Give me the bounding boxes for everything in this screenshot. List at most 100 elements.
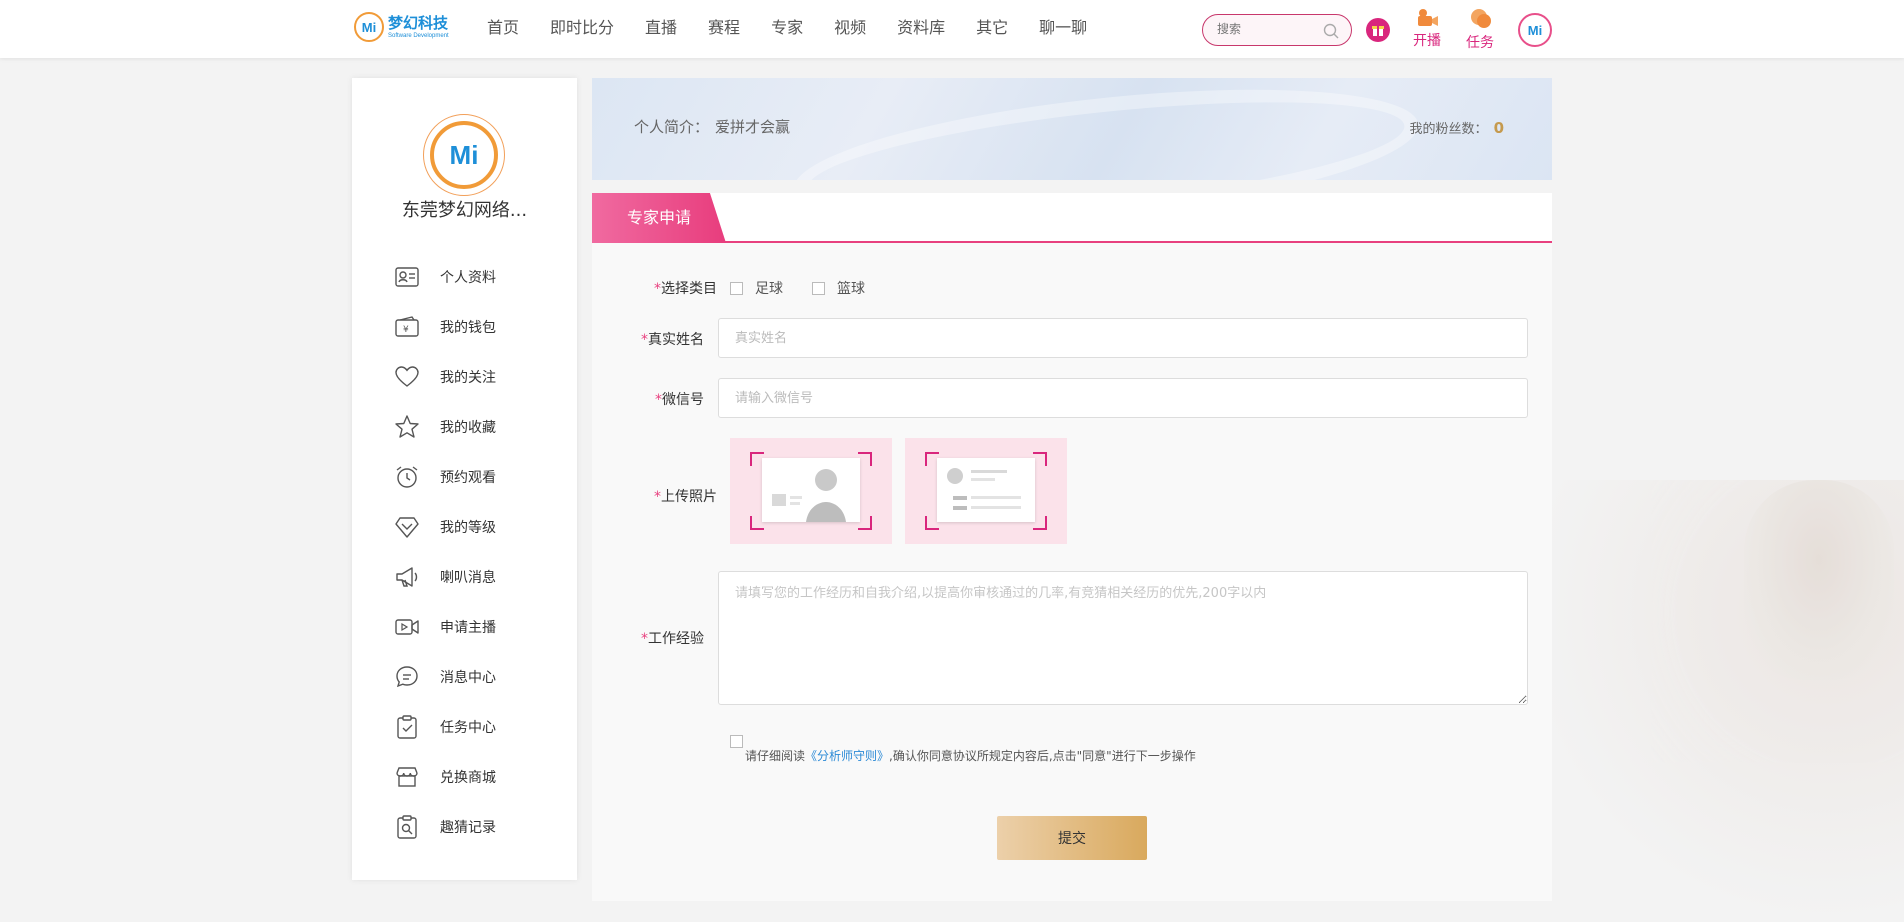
go-live-button[interactable]: 开播 [1413,8,1441,50]
sidebar: Mi 东莞梦幻网络... 个人资料 ¥ 我的钱包 我的关注 我的收藏 预约观看 … [352,78,577,880]
sidebar-item-favorites[interactable]: 我的收藏 [394,402,496,452]
logo-subtitle: Software Development [388,32,449,39]
photo-label: *上传照片 [654,489,717,505]
agreement-row: 请仔细阅读《分析师守则》,确认你同意协议所规定内容后,点击"同意"进行下一步操作 [730,735,1196,764]
gift-icon[interactable] [1366,18,1390,42]
task-label: 任务 [1466,35,1494,51]
analyst-rules-link[interactable]: 《分析师守则》 [805,749,889,763]
sidebar-item-follow[interactable]: 我的关注 [394,352,496,402]
basketball-label: 篮球 [837,281,865,297]
tab-expert-apply[interactable]: 专家申请 [592,193,726,243]
intro-value: 爱拼才会赢 [715,118,791,136]
nav-expert[interactable]: 专家 [771,17,803,39]
avatar-mark: Mi [430,121,498,189]
sidebar-item-label: 我的等级 [440,520,496,536]
sidebar-item-label: 我的收藏 [440,420,496,436]
submit-button[interactable]: 提交 [997,816,1147,860]
sidebar-item-tasks[interactable]: 任务中心 [394,702,496,752]
wechat-input[interactable] [718,378,1528,418]
realname-label: *真实姓名 [641,332,704,348]
fans-label: 我的粉丝数： [1409,122,1488,137]
profile-banner: 个人简介： 爱拼才会赢 我的粉丝数： 0 [592,78,1552,180]
main-nav: 首页 即时比分 直播 赛程 专家 视频 资料库 其它 聊一聊 [487,17,1118,39]
wechat-label: *微信号 [655,392,704,408]
sidebar-item-messages[interactable]: 消息中心 [394,652,496,702]
nav-live[interactable]: 直播 [645,17,677,39]
go-live-label: 开播 [1413,33,1441,49]
category-basketball-option[interactable]: 篮球 [812,278,865,298]
task-button[interactable]: 任务 [1466,8,1494,52]
experience-textarea[interactable] [718,571,1528,705]
fans-value: 0 [1493,119,1504,137]
user-avatar[interactable]: Mi [1518,13,1552,47]
sidebar-menu: 个人资料 ¥ 我的钱包 我的关注 我的收藏 预约观看 我的等级 喇叭消息 申请主 [394,252,496,852]
panel-header: 专家申请 [592,193,1552,243]
sidebar-item-reserve[interactable]: 预约观看 [394,452,496,502]
diamond-icon [395,517,419,538]
logo-mark: Mi [354,12,384,42]
nav-home[interactable]: 首页 [487,17,519,39]
agreement-checkbox[interactable] [730,735,743,748]
nav-chat[interactable]: 聊一聊 [1039,17,1087,39]
id-back-upload[interactable] [905,438,1067,544]
category-football-option[interactable]: 足球 [730,278,783,298]
site-logo[interactable]: Mi 梦幻科技 Software Development [354,12,449,42]
megaphone-icon [396,567,418,587]
sidebar-item-store[interactable]: 兑换商城 [394,752,496,802]
sidebar-item-apply-anchor[interactable]: 申请主播 [394,602,496,652]
sidebar-item-label: 兑换商城 [440,770,496,786]
video-camera-icon [395,619,419,635]
sidebar-item-label: 我的关注 [440,370,496,386]
sidebar-item-label: 预约观看 [440,470,496,486]
basketball-checkbox[interactable] [812,281,825,295]
sidebar-item-guess-record[interactable]: 趣猜记录 [394,802,496,852]
fans-count: 我的粉丝数： 0 [1410,118,1504,137]
sidebar-item-horn[interactable]: 喇叭消息 [394,552,496,602]
sidebar-item-label: 申请主播 [440,620,496,636]
expert-apply-panel: 专家申请 *选择类目 足球 篮球 *真实姓名 *微信号 *上传照片 [592,193,1552,901]
football-label: 足球 [755,281,783,297]
nav-schedule[interactable]: 赛程 [708,17,740,39]
nav-other[interactable]: 其它 [976,17,1008,39]
sidebar-item-wallet[interactable]: ¥ 我的钱包 [394,302,496,352]
football-checkbox[interactable] [730,281,743,295]
logo-name: 梦幻科技 [388,13,449,32]
search-box [1202,14,1352,46]
sidebar-item-level[interactable]: 我的等级 [394,502,496,552]
wallet-icon: ¥ [395,316,419,337]
task-icon [1471,9,1491,28]
sidebar-item-profile[interactable]: 个人资料 [394,252,496,302]
sidebar-avatar[interactable]: Mi [423,114,505,196]
nav-database[interactable]: 资料库 [897,17,945,39]
clipboard-check-icon [397,715,417,739]
sidebar-item-label: 任务中心 [440,720,496,736]
id-card-front-icon [762,458,860,522]
category-label: *选择类目 [654,281,717,297]
store-icon [396,767,418,787]
sidebar-item-label: 个人资料 [440,270,496,286]
sidebar-item-label: 趣猜记录 [440,820,496,836]
heart-icon [395,366,419,387]
svg-text:¥: ¥ [403,325,409,335]
sidebar-item-label: 消息中心 [440,670,496,686]
agreement-suffix: ,确认你同意协议所规定内容后,点击"同意"进行下一步操作 [889,749,1196,763]
id-card-icon [395,267,419,287]
id-card-back-icon [937,458,1035,522]
agreement-prefix: 请仔细阅读 [745,749,806,763]
search-input[interactable] [1217,15,1327,43]
intro-label: 个人简介： [634,118,710,136]
nav-video[interactable]: 视频 [834,17,866,39]
camera-icon [1418,9,1438,26]
nav-live-score[interactable]: 即时比分 [550,17,614,39]
realname-input[interactable] [718,318,1528,358]
sidebar-item-label: 喇叭消息 [440,570,496,586]
experience-label: *工作经验 [641,631,704,647]
id-front-upload[interactable] [730,438,892,544]
sidebar-item-label: 我的钱包 [440,320,496,336]
alarm-clock-icon [396,466,418,488]
background-player-image [1524,480,1904,922]
search-icon[interactable] [1323,23,1339,39]
star-icon [395,415,419,438]
search-record-icon [397,815,417,839]
chat-bubble-icon [396,666,418,688]
